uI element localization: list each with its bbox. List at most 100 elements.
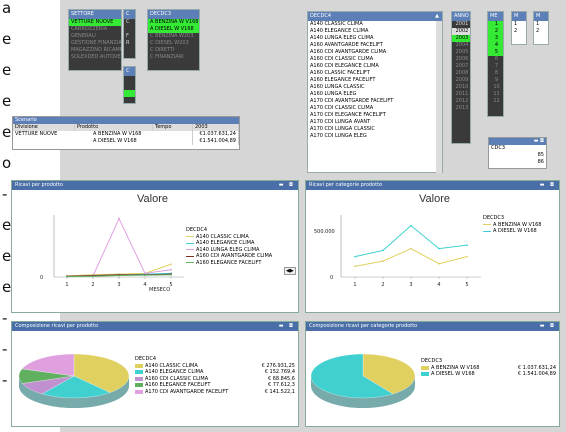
list-item[interactable]: C	[124, 19, 135, 26]
data-point	[66, 275, 68, 278]
listbox-small-1[interactable]: C C FR	[123, 9, 136, 59]
listbox-decdc4[interactable]: DECDC4 ▲ A140 CLASSIC CLIMA A140 ELEGANCE …	[307, 11, 443, 173]
list-item[interactable]: C DIRETTI	[148, 47, 199, 54]
list-item[interactable]: 6	[488, 56, 503, 63]
list-item-selected[interactable]: VETTURE NUOVE	[69, 19, 121, 26]
list-item[interactable]	[124, 26, 135, 33]
legend-scroll-arrows[interactable]: ◀▶	[284, 267, 296, 275]
list-item-selected[interactable]: 2	[488, 28, 503, 35]
list-item-label: C FINANZIARI	[150, 54, 184, 60]
listbox-small-2[interactable]: C	[123, 66, 136, 104]
list-item[interactable]: A170 CDI CLASSIC CLIMA	[308, 105, 436, 112]
list-item-selected[interactable]: 2003	[452, 35, 470, 42]
listbox-m2[interactable]: M 1 2	[533, 11, 549, 45]
listbox-m1[interactable]: M 1 2	[511, 11, 527, 45]
list-item[interactable]: 2	[512, 28, 526, 35]
window-controls-icon[interactable]: ▬ ◘	[540, 181, 556, 190]
window-controls-icon[interactable]: ▬ ◘	[279, 322, 295, 331]
list-item[interactable]: 2	[534, 28, 548, 35]
list-item[interactable]: 2009	[452, 77, 470, 84]
data-point	[354, 265, 356, 268]
list-item[interactable]: 10	[488, 84, 503, 91]
list-item[interactable]	[124, 76, 135, 83]
list-item[interactable]: A170 CDI LUNGA ELEG	[308, 133, 436, 140]
list-item[interactable]: 2005	[452, 49, 470, 56]
listbox-header: SETTORE	[69, 10, 121, 19]
listbox-title: ANNO	[454, 13, 469, 19]
list-item[interactable]	[124, 83, 135, 90]
list-item[interactable]: 1	[512, 21, 526, 28]
listbox-mese[interactable]: ME 1 2 3 4 5 6 7 8 9 10 11 12	[487, 11, 504, 117]
list-item-selected[interactable]: A DIESEL W V168	[148, 26, 199, 33]
list-item[interactable]: GENERALI	[69, 33, 121, 40]
list-item[interactable]: A160 AVANTGARDE FACELIFT	[308, 42, 436, 49]
list-item[interactable]: A160 ELEGANCE FACELIFT	[308, 77, 436, 84]
list-item-label: CARROZZERIA	[71, 26, 108, 32]
list-item-selected[interactable]: 1	[488, 21, 503, 28]
list-item-selected[interactable]: 3	[488, 35, 503, 42]
list-item-label: 2002	[455, 28, 469, 34]
list-item[interactable]: 8	[488, 70, 503, 77]
scrollbar[interactable]: ▲	[435, 12, 440, 21]
list-item-selected[interactable]: 4	[488, 42, 503, 49]
list-item[interactable]: 2007	[452, 63, 470, 70]
list-item[interactable]: F	[124, 33, 135, 40]
list-item-label: 2004	[455, 42, 469, 48]
list-item[interactable]: 2013	[452, 105, 470, 112]
chart-panel-ricavi-categorie: Ricavi per categorie prodotto ▬ ◘ Valore …	[305, 180, 560, 313]
list-item[interactable]: R	[124, 40, 135, 47]
list-item[interactable]: CARROZZERIA	[69, 26, 121, 33]
listbox-decdc3[interactable]: DECDC3 A BENZINA W V168 A DIESEL W V168 C …	[147, 9, 200, 71]
list-item[interactable]: A170 CDI LUNGA AVANT	[308, 119, 436, 126]
list-item[interactable]: 1	[534, 21, 548, 28]
chart-legend: DECDC3 A BENZINA W V168 A DIESEL W V168	[483, 215, 542, 235]
list-item-selected[interactable]: 5	[488, 49, 503, 56]
sidebar-fragment: -	[2, 340, 8, 358]
list-item[interactable]: 9	[488, 77, 503, 84]
list-item[interactable]: 11	[488, 91, 503, 98]
window-controls-icon[interactable]: ▬ ◘	[279, 181, 295, 190]
list-item-label: 11	[493, 91, 500, 97]
y-top-label: 500.000	[314, 229, 335, 235]
window-controls-icon[interactable]: ▬ ◘	[540, 322, 556, 331]
list-item[interactable]: 2008	[452, 70, 470, 77]
cell-divisione	[13, 138, 91, 145]
list-item[interactable]: SOLEXDED AUTOVETTURE	[69, 54, 121, 61]
list-item[interactable]: MAGAZZINO RICAMBI	[69, 47, 121, 54]
list-item[interactable]: C DIESEL W203	[148, 40, 199, 47]
list-item[interactable]: A170 CDI AVANTGARDE FACELIFT	[308, 98, 436, 105]
list-item[interactable]: A140 CLASSIC CLIMA	[308, 21, 436, 28]
list-item[interactable]: 2002	[452, 28, 470, 35]
list-item[interactable]: A160 CDI ELEGANCE CLIMA	[308, 63, 436, 70]
list-item[interactable]: 12	[488, 98, 503, 105]
list-item[interactable]: 2001	[452, 21, 470, 28]
list-item[interactable]: GESTIONE FINANZIARIA	[69, 40, 121, 47]
list-item[interactable]: A170 CDI LUNGA CLASSIC	[308, 126, 436, 133]
list-item[interactable]: A160 CLASSIC FACELIFT	[308, 70, 436, 77]
list-item-selected[interactable]: A BENZINA W V168	[148, 19, 199, 26]
col-header-tempo: Tempo	[153, 124, 193, 131]
list-item[interactable]: A140 LUNGA ELEG CLIMA	[308, 35, 436, 42]
list-item[interactable]: 2004	[452, 42, 470, 49]
list-item[interactable]: C FINANZIARI	[148, 54, 199, 61]
list-item[interactable]	[124, 47, 135, 54]
data-point	[466, 255, 468, 258]
legend-item: A170 CDI AVANTGARDE FACELIFT € 141.522,1	[135, 389, 295, 396]
list-item[interactable]: A160 CDI CLASSIC CLIMA	[308, 56, 436, 63]
close-icon[interactable]: ▬ ◘	[534, 138, 544, 145]
list-item[interactable]: 7	[488, 63, 503, 70]
listbox-settore[interactable]: SETTORE VETTURE NUOVE CARROZZERIA GENERALI…	[68, 9, 122, 71]
listbox-anno[interactable]: ANNO 2001 2002 2003 2004 2005 2006 2007 2008 200…	[451, 11, 471, 144]
list-item[interactable]: 2006	[452, 56, 470, 63]
list-item[interactable]: A170 CDI ELEGANCE FACELIFT	[308, 112, 436, 119]
list-item[interactable]: A160 CDI AVANTGARDE CLIMA	[308, 49, 436, 56]
data-point	[382, 249, 384, 252]
list-item[interactable]: 2011	[452, 91, 470, 98]
list-item[interactable]: A160 LUNGA ELEG	[308, 91, 436, 98]
list-item[interactable]: 2012	[452, 98, 470, 105]
list-item[interactable]: A160 LUNGA CLASSIC	[308, 84, 436, 91]
list-item-selected[interactable]	[124, 90, 135, 97]
list-item[interactable]: 2010	[452, 84, 470, 91]
list-item[interactable]: C BENZINA W203	[148, 33, 199, 40]
list-item[interactable]: A140 ELEGANCE CLIMA	[308, 28, 436, 35]
